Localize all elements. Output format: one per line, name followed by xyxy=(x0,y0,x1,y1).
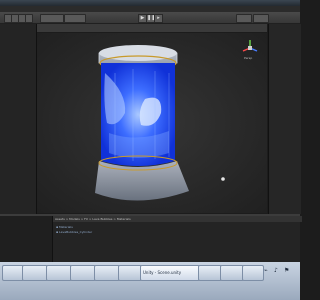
inspector-panel xyxy=(268,24,301,214)
system-tray[interactable]: ⌁ ♪ ⚑ xyxy=(262,263,300,299)
window-title xyxy=(80,0,220,5)
taskbar-item[interactable] xyxy=(94,265,120,281)
pivot-toggle-button[interactable] xyxy=(40,14,64,23)
taskbar-item[interactable] xyxy=(22,265,48,281)
project-item[interactable]: ▪ Materials xyxy=(56,225,73,229)
project-item[interactable]: ▪ LavaBubbles_Cylinder xyxy=(56,230,92,234)
volume-icon[interactable]: ♪ xyxy=(274,267,278,274)
mesh-icon: ▪ xyxy=(56,230,59,234)
layout-dropdown[interactable] xyxy=(253,14,269,23)
taskbar-item[interactable] xyxy=(220,265,244,281)
layers-dropdown[interactable] xyxy=(236,14,252,23)
orientation-gizmo[interactable]: Persp xyxy=(240,38,260,62)
project-item-label: LavaBubbles_Cylinder xyxy=(59,230,93,234)
taskbar-item[interactable] xyxy=(46,265,72,281)
project-tree xyxy=(0,216,53,262)
play-icon: ▶ xyxy=(140,15,145,21)
gizmo-label: Persp xyxy=(244,56,253,60)
flag-icon[interactable]: ⚑ xyxy=(284,267,289,274)
taskbar-item[interactable] xyxy=(198,265,222,281)
folder-icon: ▪ xyxy=(56,225,59,229)
taskbar-item[interactable] xyxy=(118,265,142,281)
project-breadcrumb[interactable]: Assets > Models > FX > Lava Bubbles > Ma… xyxy=(53,216,302,222)
step-button[interactable]: ▸ xyxy=(154,14,163,23)
hierarchy-panel xyxy=(0,24,37,214)
taskbar-item[interactable] xyxy=(242,265,264,281)
glowing-tube-object[interactable] xyxy=(95,45,189,201)
global-toggle-button[interactable] xyxy=(64,14,86,23)
scene-canvas xyxy=(95,45,225,201)
scale-tool-button[interactable] xyxy=(25,14,33,23)
light-gizmo[interactable] xyxy=(221,177,225,181)
taskbar-item-active[interactable]: Unity - Scene.unity xyxy=(140,265,200,281)
taskbar-item[interactable] xyxy=(70,265,96,281)
project-item-label: Materials xyxy=(59,225,73,229)
network-icon[interactable]: ⌁ xyxy=(264,267,268,274)
scene-tabbar: SceneGame xyxy=(37,24,267,41)
start-button[interactable] xyxy=(2,265,24,281)
scene-view[interactable] xyxy=(37,33,267,213)
step-icon: ▸ xyxy=(157,15,160,21)
